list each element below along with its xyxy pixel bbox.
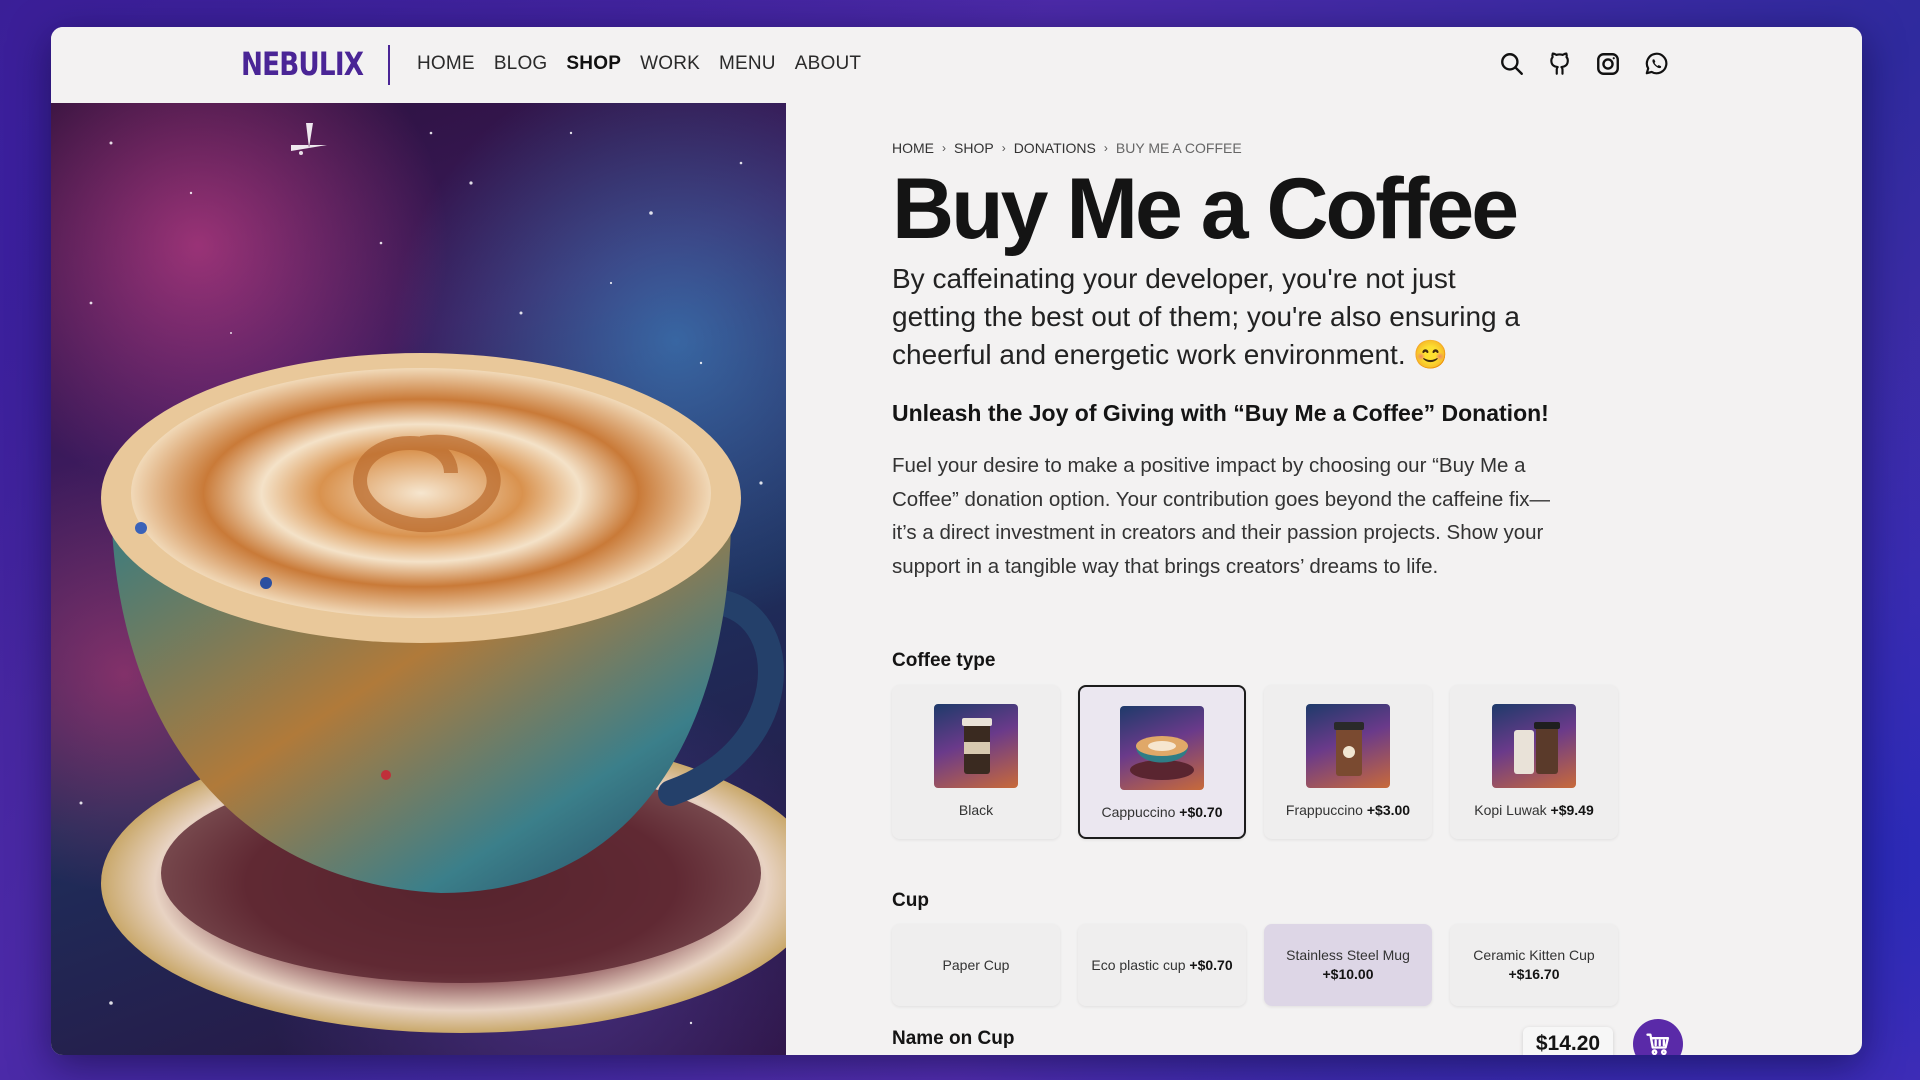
cup-options: Paper Cup Eco plastic cup +$0.70 Stainle…	[892, 924, 1618, 1006]
nav-menu[interactable]: MENU	[719, 53, 776, 75]
cup-option-label: Eco plastic cup +$0.70	[1091, 956, 1233, 973]
coffee-type-label: Coffee type	[892, 650, 996, 671]
site-logo[interactable]: NEBULIX	[241, 45, 364, 83]
cup-option-eco-plastic[interactable]: Eco plastic cup +$0.70	[1078, 924, 1246, 1006]
cup-label: Cup	[892, 890, 929, 911]
cup-option-price: +$10.00	[1322, 966, 1374, 982]
breadcrumb-shop[interactable]: SHOP	[954, 140, 994, 156]
cup-option-label: Ceramic Kitten Cup	[1473, 947, 1595, 963]
cup-option-stainless-steel[interactable]: Stainless Steel Mug +$10.00	[1264, 924, 1432, 1006]
coffee-option-kopi-luwak[interactable]: Kopi Luwak +$9.49	[1450, 685, 1618, 839]
coffee-thumbnail	[934, 704, 1018, 788]
main-nav: HOME BLOG SHOP WORK MENU ABOUT	[417, 53, 861, 75]
cup-option-label: Paper Cup	[942, 956, 1010, 973]
name-on-cup-label: Name on Cup	[892, 1028, 1015, 1049]
coffee-option-label: Cappuccino +$0.70	[1101, 804, 1223, 820]
coffee-option-cappuccino[interactable]: Cappuccino +$0.70	[1078, 685, 1246, 839]
cup-option-label: Stainless Steel Mug	[1286, 947, 1410, 963]
nav-home[interactable]: HOME	[417, 53, 475, 75]
logo-divider	[388, 45, 390, 85]
coffee-thumbnail	[1492, 704, 1576, 788]
hero-image-cosmic-cappuccino	[51, 103, 786, 1055]
nav-blog[interactable]: BLOG	[494, 53, 548, 75]
chevron-right-icon: ›	[942, 141, 946, 155]
product-lead: By caffeinating your developer, you're n…	[892, 263, 1520, 370]
cart-icon	[1646, 1033, 1670, 1055]
nav-shop[interactable]: SHOP	[566, 53, 621, 75]
cup-option-price: +$16.70	[1508, 966, 1560, 982]
instagram-icon[interactable]	[1593, 49, 1623, 79]
github-icon[interactable]	[1545, 49, 1575, 79]
breadcrumb: HOME › SHOP › DONATIONS › BUY ME A COFFE…	[892, 140, 1612, 156]
coffee-option-label: Black	[958, 802, 994, 818]
cosmic-coffee-illustration	[79, 123, 786, 1033]
nav-work[interactable]: WORK	[640, 53, 700, 75]
coffee-option-label: Kopi Luwak +$9.49	[1474, 802, 1594, 818]
cup-option-ceramic-kitten[interactable]: Ceramic Kitten Cup +$16.70	[1450, 924, 1618, 1006]
product-subheading: Unleash the Joy of Giving with “Buy Me a…	[892, 400, 1549, 426]
breadcrumb-donations[interactable]: DONATIONS	[1014, 140, 1096, 156]
coffee-thumbnail	[1120, 706, 1204, 790]
breadcrumb-current: BUY ME A COFFEE	[1115, 140, 1242, 156]
total-price: $14.20	[1523, 1027, 1613, 1055]
nav-about[interactable]: ABOUT	[795, 53, 861, 75]
coffee-option-black[interactable]: Black	[892, 685, 1060, 839]
coffee-option-label: Frappuccino +$3.00	[1285, 802, 1411, 818]
search-icon[interactable]	[1497, 49, 1527, 79]
browser-window: NEBULIX HOME BLOG SHOP WORK MENU ABOUT H…	[51, 27, 1862, 1055]
coffee-type-options: Black Cappuccino +$0.70 Frappuccino +$3.…	[892, 685, 1618, 839]
whatsapp-icon[interactable]	[1641, 49, 1671, 79]
site-header: NEBULIX HOME BLOG SHOP WORK MENU ABOUT	[51, 27, 1862, 103]
coffee-thumbnail	[1306, 704, 1390, 788]
add-to-cart-button[interactable]	[1633, 1019, 1683, 1055]
header-icons	[1497, 49, 1671, 79]
breadcrumb-home[interactable]: HOME	[892, 140, 934, 156]
cup-option-paper[interactable]: Paper Cup	[892, 924, 1060, 1006]
coffee-option-frappuccino[interactable]: Frappuccino +$3.00	[1264, 685, 1432, 839]
product-description: Fuel your desire to make a positive impa…	[892, 454, 1550, 578]
page-title: Buy Me a Coffee	[892, 161, 1519, 257]
chevron-right-icon: ›	[1103, 141, 1108, 155]
product-content: HOME › SHOP › DONATIONS › BUY ME A COFFE…	[892, 140, 1612, 583]
chevron-right-icon: ›	[1001, 141, 1006, 155]
